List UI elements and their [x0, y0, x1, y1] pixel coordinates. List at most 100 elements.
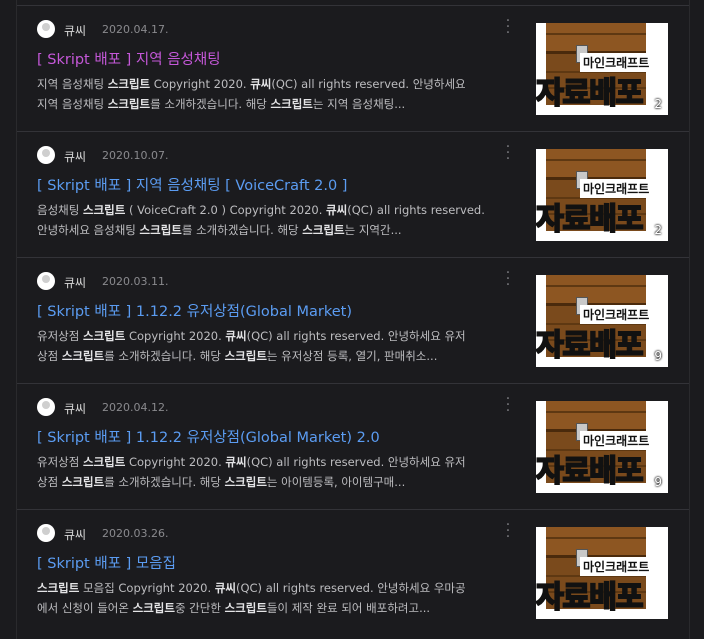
post-date: 2020.03.26.	[102, 527, 169, 540]
post-item[interactable]: 큐씨 2020.04.12. · · · [ Skript 배포 ] 1.12.2 …	[17, 383, 689, 510]
excerpt-highlight: 스크립트	[82, 455, 126, 469]
post-title-link[interactable]: [ Skript 배포 ] 지역 음성채팅	[37, 48, 221, 69]
excerpt-highlight: 큐씨	[250, 77, 272, 91]
thumbnail-title: 자료배포	[536, 75, 644, 112]
excerpt-text: Copyright 2020.	[125, 455, 226, 469]
excerpt-text: 에서 신청이 들어온	[37, 601, 133, 615]
more-vertical-icon[interactable]: · · ·	[501, 392, 515, 418]
excerpt-text: 지역 음성채팅	[37, 77, 108, 91]
post-excerpt[interactable]: 유저상점 스크립트 Copyright 2020. 큐씨(QC) all rig…	[37, 452, 509, 492]
post-title-link[interactable]: [ Skript 배포 ] 모음집	[37, 552, 176, 573]
excerpt-highlight: 스크립트	[61, 349, 105, 363]
avatar[interactable]	[37, 524, 55, 542]
avatar[interactable]	[37, 272, 55, 290]
post-title-link[interactable]: [ Skript 배포 ] 1.12.2 유저상점(Global Market)…	[37, 426, 380, 447]
excerpt-line: 지역 음성채팅 스크립트를 소개하겠습니다. 해당 스크립트는 지역 음성채팅.…	[37, 94, 509, 114]
author-name[interactable]: 큐씨	[64, 148, 86, 165]
post-item[interactable]: 큐씨 2020.03.26. · · · [ Skript 배포 ] 모음집 스크립…	[17, 509, 689, 636]
avatar[interactable]	[37, 20, 55, 38]
author-name[interactable]: 큐씨	[64, 526, 86, 543]
post-title-link[interactable]: [ Skript 배포 ] 1.12.2 유저상점(Global Market)	[37, 300, 352, 321]
excerpt-text: 는 지역 음성채팅...	[312, 97, 406, 111]
author-name[interactable]: 큐씨	[64, 400, 86, 417]
excerpt-text: 유저상점	[37, 329, 83, 343]
avatar[interactable]	[37, 398, 55, 416]
excerpt-text: 를 소개하겠습니다. 해당	[104, 349, 225, 363]
excerpt-text: (QC) all rights reserved. 안녕하세요 유저	[246, 455, 466, 469]
excerpt-highlight: 스크립트	[82, 329, 126, 343]
post-thumbnail[interactable]: 마인크래프트 자료배포 9	[536, 275, 668, 367]
excerpt-text: 음성채팅	[37, 203, 83, 217]
excerpt-highlight: 스크립트	[224, 601, 267, 615]
excerpt-highlight: 큐씨	[326, 203, 348, 217]
thumbnail-label: 마인크래프트	[580, 431, 653, 450]
excerpt-line: 상점 스크립트를 소개하겠습니다. 해당 스크립트는 유저상점 등록, 열기, …	[37, 346, 509, 366]
excerpt-highlight: 스크립트	[270, 97, 313, 111]
post-excerpt[interactable]: 유저상점 스크립트 Copyright 2020. 큐씨(QC) all rig…	[37, 326, 509, 366]
excerpt-highlight: 큐씨	[214, 581, 236, 595]
post-thumbnail[interactable]: 마인크래프트 자료배포	[536, 527, 668, 619]
post-date: 2020.10.07.	[102, 149, 169, 162]
post-date: 2020.04.12.	[102, 401, 169, 414]
excerpt-text: 는 지역간...	[344, 223, 402, 237]
post-date: 2020.03.11.	[102, 275, 169, 288]
excerpt-text: Copyright 2020.	[125, 329, 226, 343]
excerpt-text: Copyright 2020.	[150, 77, 251, 91]
excerpt-text: 상점	[37, 475, 62, 489]
excerpt-text: 는 유저상점 등록, 열기, 판매취소...	[266, 349, 438, 363]
post-item[interactable]: 큐씨 2020.04.17. · · · [ Skript 배포 ] 지역 음성채팅…	[17, 5, 689, 132]
thumbnail-label: 마인크래프트	[580, 179, 653, 198]
post-item[interactable]: 큐씨 2020.10.07. · · · [ Skript 배포 ] 지역 음성채팅…	[17, 131, 689, 258]
excerpt-highlight: 큐씨	[225, 329, 247, 343]
excerpt-line: 에서 신청이 들어온 스크립트중 간단한 스크립트들이 제작 완료 되어 배포하…	[37, 598, 509, 618]
excerpt-text: (QC) all rights reserved.	[347, 203, 485, 217]
excerpt-highlight: 스크립트	[302, 223, 345, 237]
excerpt-line: 유저상점 스크립트 Copyright 2020. 큐씨(QC) all rig…	[37, 452, 509, 472]
excerpt-highlight: 스크립트	[224, 349, 267, 363]
excerpt-line: 음성채팅 스크립트 ( VoiceCraft 2.0 ) Copyright 2…	[37, 200, 509, 220]
excerpt-highlight: 스크립트	[132, 601, 175, 615]
author-name[interactable]: 큐씨	[64, 274, 86, 291]
excerpt-highlight: 스크립트	[139, 223, 182, 237]
excerpt-line: 스크립트 모음집 Copyright 2020. 큐씨(QC) all righ…	[37, 578, 509, 598]
comment-count: 2	[654, 97, 662, 111]
thumbnail-label: 마인크래프트	[580, 557, 653, 576]
excerpt-highlight: 큐씨	[225, 455, 247, 469]
thumbnail-title: 자료배포	[536, 201, 644, 238]
post-date: 2020.04.17.	[102, 23, 169, 36]
more-vertical-icon[interactable]: · · ·	[501, 266, 515, 292]
excerpt-line: 지역 음성채팅 스크립트 Copyright 2020. 큐씨(QC) all …	[37, 74, 509, 94]
more-vertical-icon[interactable]: · · ·	[501, 140, 515, 166]
excerpt-text: 상점	[37, 349, 62, 363]
excerpt-text: (QC) all rights reserved. 안녕하세요 우마공	[235, 581, 466, 595]
post-thumbnail[interactable]: 마인크래프트 자료배포 2	[536, 149, 668, 241]
excerpt-text: 는 아이템등록, 아이템구매...	[266, 475, 406, 489]
post-excerpt[interactable]: 음성채팅 스크립트 ( VoiceCraft 2.0 ) Copyright 2…	[37, 200, 509, 240]
excerpt-highlight: 스크립트	[224, 475, 267, 489]
excerpt-text: 안녕하세요 음성채팅	[37, 223, 140, 237]
more-vertical-icon[interactable]: · · ·	[501, 518, 515, 544]
post-thumbnail[interactable]: 마인크래프트 자료배포 2	[536, 23, 668, 115]
comment-count: 2	[654, 223, 662, 237]
excerpt-highlight: 스크립트	[107, 97, 151, 111]
excerpt-highlight: 스크립트	[82, 203, 126, 217]
author-name[interactable]: 큐씨	[64, 22, 86, 39]
excerpt-line: 안녕하세요 음성채팅 스크립트를 소개하겠습니다. 해당 스크립트는 지역간..…	[37, 220, 509, 240]
excerpt-line: 유저상점 스크립트 Copyright 2020. 큐씨(QC) all rig…	[37, 326, 509, 346]
excerpt-text: 를 소개하겠습니다. 해당	[181, 223, 303, 237]
post-excerpt[interactable]: 지역 음성채팅 스크립트 Copyright 2020. 큐씨(QC) all …	[37, 74, 509, 114]
post-excerpt[interactable]: 스크립트 모음집 Copyright 2020. 큐씨(QC) all righ…	[37, 578, 509, 618]
comment-count: 9	[654, 349, 662, 363]
post-item[interactable]: 큐씨 2020.03.11. · · · [ Skript 배포 ] 1.12.2 …	[17, 257, 689, 384]
excerpt-text: 모음집 Copyright 2020.	[79, 581, 215, 595]
more-vertical-icon[interactable]: · · ·	[501, 14, 515, 40]
excerpt-text: ( VoiceCraft 2.0 ) Copyright 2020.	[125, 203, 327, 217]
post-thumbnail[interactable]: 마인크래프트 자료배포 9	[536, 401, 668, 493]
excerpt-text: 를 소개하겠습니다. 해당	[150, 97, 271, 111]
excerpt-highlight: 스크립트	[37, 581, 80, 595]
avatar[interactable]	[37, 146, 55, 164]
excerpt-text: 중 간단한	[174, 601, 225, 615]
excerpt-text: 유저상점	[37, 455, 83, 469]
post-title-link[interactable]: [ Skript 배포 ] 지역 음성채팅 [ VoiceCraft 2.0 ]	[37, 174, 347, 195]
excerpt-highlight: 스크립트	[107, 77, 151, 91]
